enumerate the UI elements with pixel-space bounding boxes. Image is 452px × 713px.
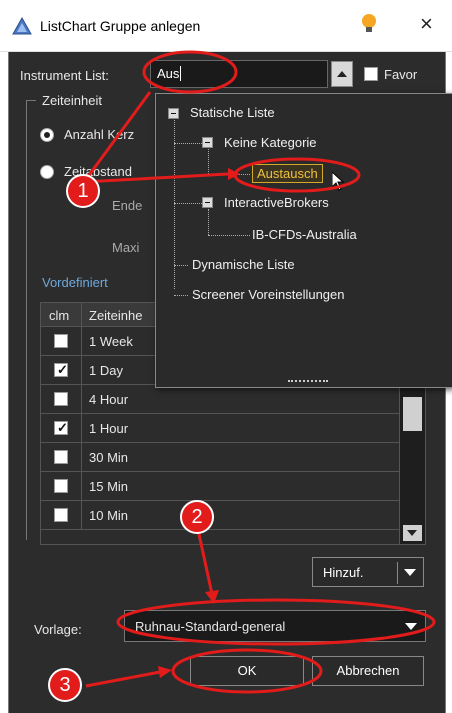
row-label: 10 Min [89,508,129,523]
zeiteinheit-group-border [26,100,36,540]
vorlage-select[interactable]: Ruhnau-Standard-general [124,610,426,642]
app-icon [12,17,32,35]
chevron-down-icon [407,530,417,536]
favor-checkbox[interactable] [364,67,378,81]
vorlage-label: Vorlage: [34,622,82,637]
chevron-up-icon [337,71,347,77]
row-label: 1 Day [89,363,123,378]
tree-node-ib-cfds-australia[interactable]: IB-CFDs-Australia [252,227,357,242]
vordefiniert-label: Vordefiniert [42,275,108,290]
chevron-down-icon [405,623,417,630]
collapse-icon[interactable] [202,137,213,148]
row-checkbox[interactable] [54,450,68,464]
collapse-icon[interactable] [168,108,179,119]
row-label: 4 Hour [89,392,129,407]
header-zeiteinheit: Zeiteinhe [89,308,143,323]
annotation-badge-1: 1 [66,174,100,208]
row-checkbox[interactable] [54,392,68,406]
header-clm: clm [49,308,70,323]
ende-label: Ende [112,198,143,213]
add-button[interactable]: Hinzuf. [312,557,424,587]
table-row[interactable]: 15 Min [41,472,399,501]
table-row[interactable]: ✓ 1 Hour [41,414,399,443]
instrument-list-input[interactable]: Aus [150,60,328,88]
tree-node-dynamic[interactable]: Dynamische Liste [192,257,295,272]
check-icon: ✓ [57,362,68,377]
cursor-icon [332,172,345,191]
row-checkbox[interactable] [54,508,68,522]
zeiteinheit-group-label: Zeiteinheit [40,93,104,108]
table-row[interactable]: 10 Min [41,501,399,530]
row-label: 30 Min [89,450,129,465]
tree-node-interactivebrokers[interactable]: InteractiveBrokers [224,195,329,210]
scroll-down-button[interactable] [403,525,422,541]
tree-node-austausch-selected[interactable]: Austausch [252,164,323,183]
radio-anzahl-kerzen[interactable] [40,128,54,142]
row-checkbox[interactable]: ✓ [54,334,68,348]
maxi-label: Maxi [112,240,140,255]
row-label: 1 Hour [89,421,129,436]
row-label: 1 Week [89,334,133,349]
tree-node-no-category[interactable]: Keine Kategorie [224,135,317,150]
row-label: 15 Min [89,479,129,494]
row-checkbox[interactable]: ✓ [54,420,68,435]
add-button-label: Hinzuf. [323,565,364,580]
radio-anzahl-label: Anzahl Kerz [64,127,135,142]
ok-button[interactable]: OK [190,656,304,686]
window-title: ListChart Gruppe anlegen [40,18,201,34]
table-row[interactable]: 30 Min [41,443,399,472]
scrollbar-thumb[interactable] [403,397,422,431]
annotation-badge-3: 3 [48,668,82,702]
row-checkbox[interactable]: ✓ [54,362,68,377]
instrument-list-label: Instrument List: [20,68,109,83]
row-checkbox[interactable] [54,479,68,493]
instrument-list-value: Aus [157,66,180,81]
instrument-dropdown-button[interactable] [331,61,353,87]
close-icon[interactable]: × [420,12,433,36]
favor-label: Favor [384,67,418,82]
tree-node-screener[interactable]: Screener Voreinstellungen [192,287,345,302]
check-icon: ✓ [57,420,68,435]
annotation-badge-2: 2 [180,500,214,534]
vorlage-value: Ruhnau-Standard-general [135,619,286,634]
tree-node-static[interactable]: Statische Liste [190,105,275,120]
radio-zeitabstand[interactable] [40,165,54,179]
instrument-tree-popup: Statische Liste Keine Kategorie Austausc… [155,93,452,388]
cancel-button[interactable]: Abbrechen [312,656,424,686]
popup-resize-grip[interactable] [288,380,328,382]
chevron-down-icon [404,569,416,576]
collapse-icon[interactable] [202,197,213,208]
table-row[interactable]: 4 Hour [41,385,399,414]
lightbulb-icon[interactable] [362,14,376,34]
